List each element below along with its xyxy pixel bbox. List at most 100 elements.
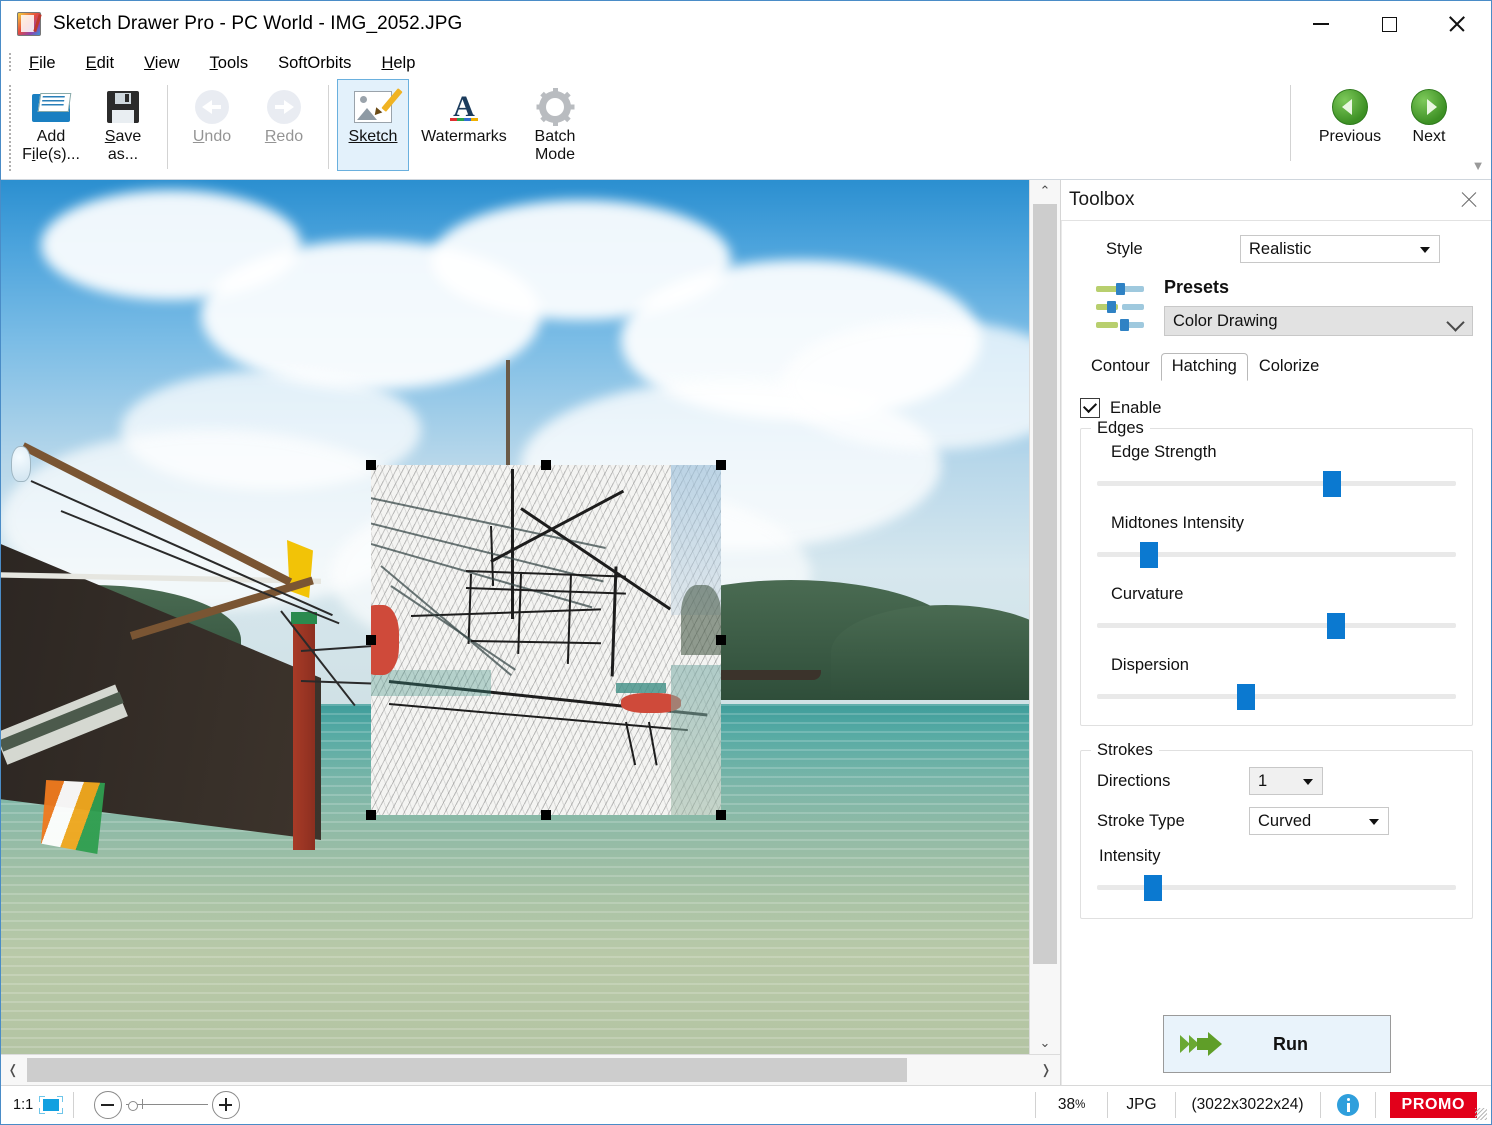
slider-thumb[interactable] [1323,471,1341,497]
watermarks-button[interactable]: A Watermarks [409,79,519,171]
toolbar-overflow-icon[interactable]: ▼ [1467,155,1489,175]
status-divider [73,1092,74,1118]
slider-thumb[interactable] [1144,875,1162,901]
presets-dropdown-value: Color Drawing [1173,312,1278,331]
watermarks-label: Watermarks [421,128,507,146]
undo-button[interactable]: Undo [176,79,248,171]
toolbox-content: Style Realistic Presets [1061,221,1491,1085]
maximize-button[interactable] [1355,1,1423,47]
previous-button[interactable]: Previous [1307,79,1393,171]
midtones-intensity-label: Midtones Intensity [1111,514,1456,533]
zoom-in-icon[interactable] [212,1091,240,1119]
sketch-button[interactable]: Sketch [337,79,409,171]
sketch-label: Sketch [349,128,398,145]
presets-dropdown[interactable]: Color Drawing [1164,306,1473,336]
style-dropdown[interactable]: Realistic [1240,235,1440,263]
floppy-disk-icon [107,86,139,128]
scroll-up-button[interactable]: ⌃ [1030,180,1060,202]
style-row: Style Realistic [1080,235,1473,263]
add-files-button[interactable]: Add File(s)... [15,79,87,171]
green-right-arrow-icon [1411,86,1447,128]
enable-label: Enable [1110,399,1161,418]
image-canvas[interactable] [1,180,1029,1054]
slider-thumb[interactable] [1140,542,1158,568]
enable-checkbox[interactable] [1080,398,1100,418]
info-icon[interactable] [1337,1094,1359,1116]
slider-thumb[interactable] [1327,613,1345,639]
dispersion-slider[interactable] [1097,685,1456,707]
add-files-label-line1: Add [37,128,65,145]
close-icon [1448,15,1466,33]
curvature-slider[interactable] [1097,614,1456,636]
sketch-preview-selection[interactable] [371,465,721,815]
directions-dropdown[interactable]: 1 [1249,767,1323,795]
scroll-left-button[interactable]: ❬ [1,1055,25,1085]
scroll-right-button[interactable]: ❭ [1034,1055,1058,1085]
batch-mode-label-line1: Batch [535,128,576,145]
redo-button[interactable]: Redo [248,79,320,171]
selection-handle-se[interactable] [716,810,726,820]
zoom-slider[interactable] [126,1092,208,1118]
selection-handle-ne[interactable] [716,460,726,470]
title-bar: Sketch Drawer Pro - PC World - IMG_2052.… [1,1,1491,47]
redo-arrow-icon [267,86,301,128]
toolbox-header: Toolbox [1061,180,1491,221]
selection-handle-sw[interactable] [366,810,376,820]
stroke-type-label: Stroke Type [1097,812,1249,831]
zoom-out-icon[interactable] [94,1091,122,1119]
scroll-down-button[interactable]: ⌄ [1030,1032,1060,1054]
toolbox-panel: Toolbox Style Realistic [1060,180,1491,1085]
tab-hatching[interactable]: Hatching [1161,353,1248,381]
minimize-button[interactable] [1287,1,1355,47]
style-label: Style [1080,240,1240,259]
promo-badge[interactable]: PROMO [1390,1092,1477,1118]
main-toolbar: Add File(s)... Save as... Undo Redo [1,79,1491,180]
save-as-button[interactable]: Save as... [87,79,159,171]
redo-label: Redo [265,128,303,145]
intensity-slider[interactable] [1097,876,1456,898]
dispersion-label: Dispersion [1111,656,1456,675]
canvas-horizontal-scrollbar[interactable]: ❬ ❭ [1,1054,1060,1085]
toolbar-separator-1 [167,85,168,169]
toolbox-title: Toolbox [1069,189,1457,211]
horizontal-scroll-thumb[interactable] [27,1058,907,1082]
effect-tabs: Contour Hatching Colorize [1080,353,1473,382]
close-button[interactable] [1423,1,1491,47]
selection-handle-e[interactable] [716,635,726,645]
tab-contour[interactable]: Contour [1080,353,1161,381]
batch-mode-button[interactable]: Batch Mode [519,79,591,171]
tab-colorize[interactable]: Colorize [1248,353,1331,381]
next-button[interactable]: Next [1393,79,1465,171]
midtones-intensity-slider[interactable] [1097,543,1456,565]
resize-grip[interactable] [1475,1108,1487,1120]
selection-handle-nw[interactable] [366,460,376,470]
menu-tools[interactable]: Tools [198,51,261,76]
slider-thumb[interactable] [1237,684,1255,710]
presets-label: Presets [1164,277,1473,298]
zoom-percent-unit: % [1075,1099,1085,1111]
edge-strength-slider[interactable] [1097,472,1456,494]
menu-softorbits[interactable]: SoftOrbits [266,51,363,76]
selection-handle-n[interactable] [541,460,551,470]
panel-close-icon[interactable] [1457,188,1481,212]
selection-handle-w[interactable] [366,635,376,645]
application-window: Sketch Drawer Pro - PC World - IMG_2052.… [0,0,1492,1125]
run-button[interactable]: Run [1163,1015,1391,1073]
menu-view[interactable]: View [132,51,191,76]
chevron-down-icon [1303,779,1313,785]
sketch-drawer-logo [17,12,41,36]
window-title: Sketch Drawer Pro - PC World - IMG_2052.… [53,13,462,35]
selection-handle-s[interactable] [541,810,551,820]
fit-to-window-icon[interactable] [39,1096,63,1114]
stroke-type-dropdown[interactable]: Curved [1249,807,1389,835]
menu-edit[interactable]: Edit [74,51,126,76]
chevron-down-icon [1369,819,1379,825]
add-files-label-line2: File(s)... [22,146,80,163]
stroke-type-row: Stroke Type Curved [1097,807,1456,835]
canvas-vertical-scrollbar[interactable]: ⌃ ⌄ [1029,180,1060,1054]
menu-help[interactable]: Help [369,51,427,76]
enable-row[interactable]: Enable [1080,398,1473,418]
vertical-scroll-thumb[interactable] [1033,204,1057,964]
navigation-group: Previous Next [1282,79,1491,171]
menu-file[interactable]: File [17,51,68,76]
